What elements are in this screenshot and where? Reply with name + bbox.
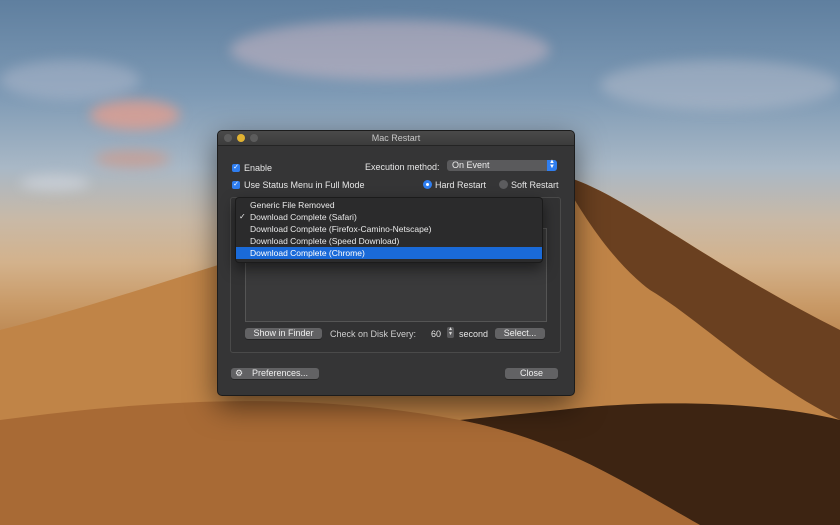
- execution-method-label: Execution method:: [365, 162, 440, 172]
- checkmark-icon: ✓: [239, 212, 246, 221]
- execution-method-value: On Event: [452, 160, 490, 170]
- menu-item-generic-file-removed[interactable]: Generic File Removed: [236, 199, 542, 211]
- menu-item-label: Download Complete (Chrome): [250, 248, 365, 258]
- enable-checkbox[interactable]: ✓: [232, 164, 240, 172]
- menu-item-download-speed-download[interactable]: Download Complete (Speed Download): [236, 235, 542, 247]
- status-menu-label: Use Status Menu in Full Mode: [244, 180, 365, 190]
- hard-restart-radio[interactable]: [423, 180, 432, 189]
- enable-label: Enable: [244, 163, 273, 173]
- interval-unit-label: second: [459, 329, 489, 339]
- gear-icon: ⚙: [235, 368, 244, 378]
- interval-value[interactable]: 60: [431, 329, 441, 339]
- status-menu-checkbox[interactable]: ✓: [232, 181, 240, 189]
- popup-arrows-icon: ▲ ▼: [547, 159, 557, 171]
- select-button[interactable]: Select...: [495, 328, 545, 339]
- hard-restart-label: Hard Restart: [435, 180, 487, 190]
- event-dropdown-menu: Generic File Removed ✓ Download Complete…: [235, 197, 543, 263]
- interval-stepper[interactable]: ▲ ▼: [447, 327, 454, 338]
- preferences-button[interactable]: ⚙ Preferences...: [231, 368, 319, 379]
- close-button[interactable]: Close: [505, 368, 558, 379]
- soft-restart-radio[interactable]: [499, 180, 508, 189]
- menu-item-download-chrome[interactable]: Download Complete (Chrome): [236, 247, 542, 259]
- title-bar[interactable]: Mac Restart: [218, 131, 574, 146]
- menu-item-label: Download Complete (Speed Download): [250, 236, 400, 246]
- menu-item-download-firefox[interactable]: Download Complete (Firefox-Camino-Netsca…: [236, 223, 542, 235]
- menu-item-download-safari[interactable]: ✓ Download Complete (Safari): [236, 211, 542, 223]
- preferences-label: Preferences...: [252, 368, 309, 378]
- show-in-finder-button[interactable]: Show in Finder: [245, 328, 322, 339]
- menu-item-label: Generic File Removed: [250, 200, 335, 210]
- execution-method-select[interactable]: On Event ▲ ▼: [447, 159, 557, 171]
- menu-item-label: Download Complete (Safari): [250, 212, 357, 222]
- soft-restart-label: Soft Restart: [511, 180, 559, 190]
- menu-item-label: Download Complete (Firefox-Camino-Netsca…: [250, 224, 432, 234]
- mac-restart-window: Mac Restart ✓ Enable Execution method: O…: [217, 130, 575, 396]
- check-interval-label: Check on Disk Every:: [330, 329, 417, 339]
- window-title: Mac Restart: [371, 133, 421, 143]
